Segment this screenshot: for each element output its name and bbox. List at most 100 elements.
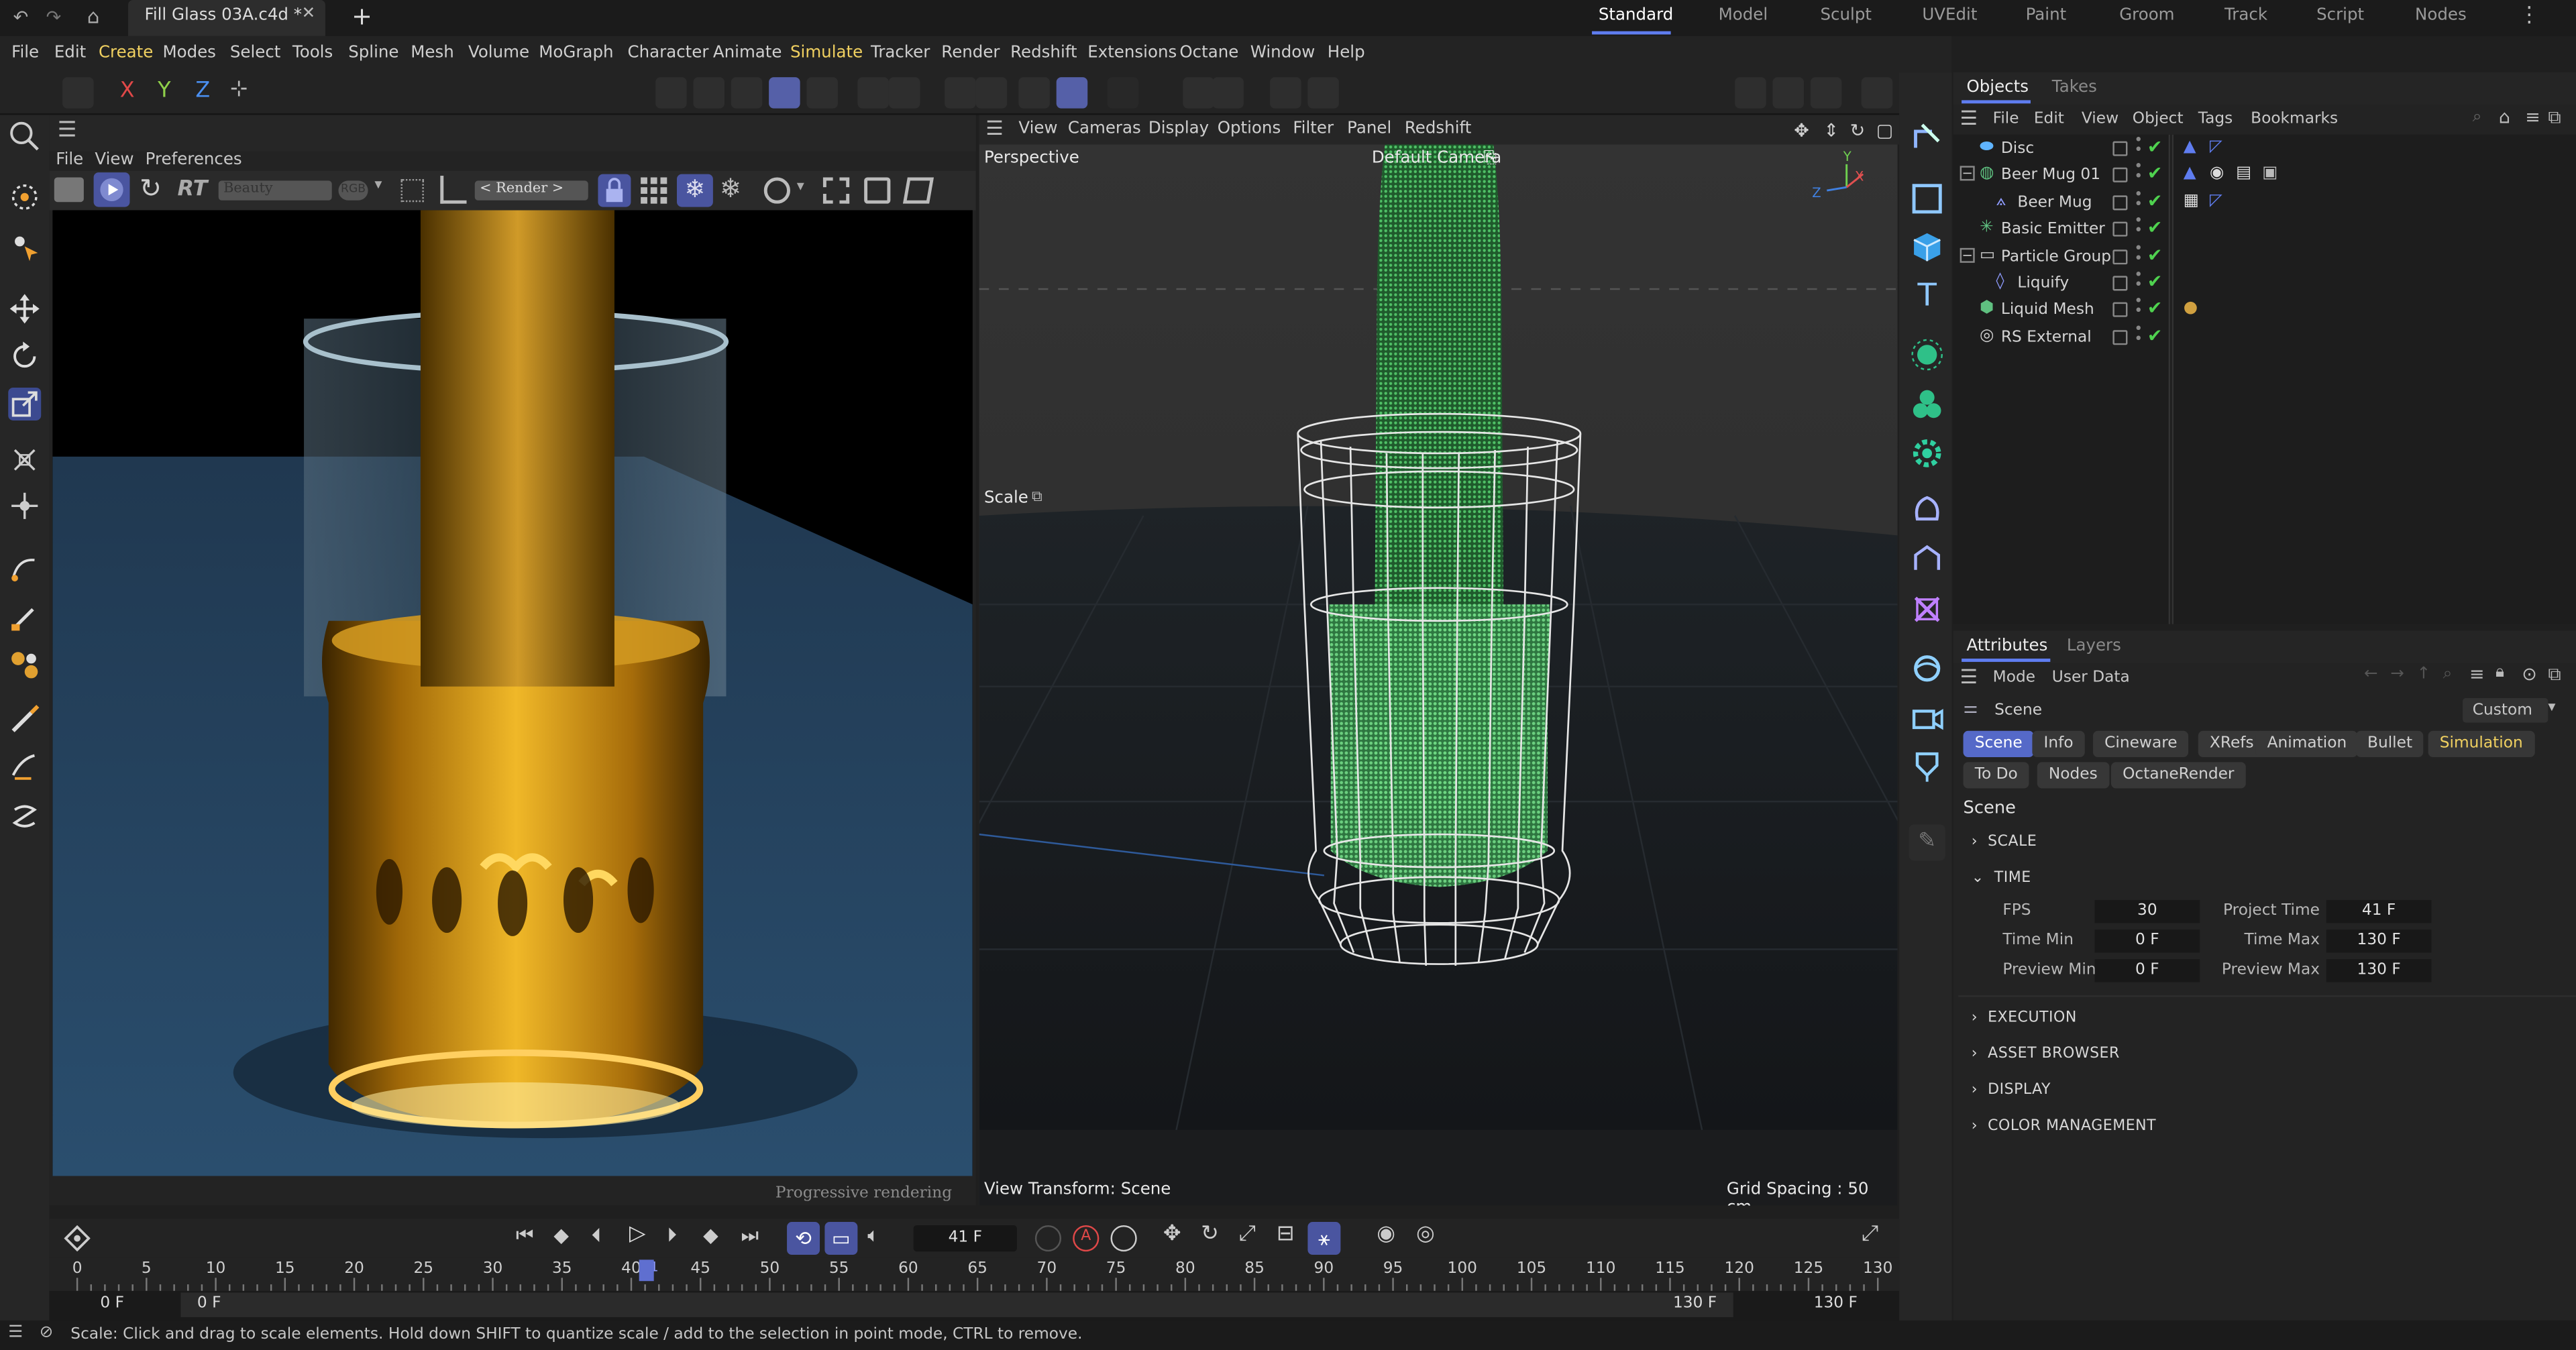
sphere-icon[interactable] bbox=[763, 177, 790, 204]
up-icon[interactable]: ↑ bbox=[2416, 665, 2430, 683]
pill-nodes[interactable]: Nodes bbox=[2037, 762, 2109, 789]
workplane-icon[interactable] bbox=[1018, 77, 1050, 109]
fps-field[interactable]: 30 bbox=[2094, 900, 2200, 923]
layout-model[interactable]: Model bbox=[1719, 7, 1768, 25]
attr-menu-user-data[interactable]: User Data bbox=[2052, 669, 2130, 687]
object-name[interactable]: RS External bbox=[2001, 328, 2092, 346]
pass-select[interactable]: Beauty bbox=[218, 180, 332, 201]
cube-select-icon[interactable] bbox=[1909, 118, 1945, 154]
snowflake-off-icon[interactable]: ❄ bbox=[720, 172, 742, 204]
object-name[interactable]: Beer Mug 01 bbox=[2001, 166, 2100, 184]
layout-sculpt[interactable]: Sculpt bbox=[1820, 7, 1871, 25]
key-pla-icon[interactable]: ⚹ bbox=[1307, 1222, 1341, 1255]
layer-checkbox[interactable] bbox=[2112, 194, 2128, 210]
vp-menu-display[interactable]: Display bbox=[1148, 120, 1209, 138]
preview-range-icon[interactable]: ▭ bbox=[824, 1222, 858, 1255]
object-row[interactable]: ⬬ Disc • • ✔ bbox=[1953, 134, 2576, 164]
obj-menu-view[interactable]: View bbox=[2082, 110, 2118, 128]
visibility-dots-icon[interactable]: • • bbox=[2134, 134, 2143, 159]
rv-menu-view[interactable]: View bbox=[95, 150, 133, 168]
timeline-range-bar[interactable]: 0 F 0 F 130 F 130 F bbox=[49, 1290, 1900, 1320]
preview-min-field[interactable]: 0 F bbox=[2094, 959, 2200, 982]
obj-menu-tags[interactable]: Tags bbox=[2198, 110, 2233, 128]
undo-stack-icon[interactable] bbox=[62, 77, 94, 109]
camera-link-icon[interactable]: ⎘ bbox=[1483, 150, 1497, 168]
close-tab-icon[interactable]: ✕ bbox=[302, 5, 316, 23]
visibility-dots-icon[interactable]: • • bbox=[2134, 323, 2143, 347]
keyframe-selection-icon[interactable] bbox=[1110, 1225, 1137, 1252]
pan-icon[interactable]: ✥ bbox=[1794, 120, 1809, 142]
snap-icon[interactable] bbox=[945, 77, 976, 109]
live-selection-icon[interactable] bbox=[8, 180, 41, 213]
layer-checkbox[interactable] bbox=[2112, 302, 2128, 318]
obj-menu-edit[interactable]: Edit bbox=[2034, 110, 2064, 128]
polygon-pen-icon[interactable] bbox=[8, 649, 41, 681]
enabled-check-icon[interactable]: ✔ bbox=[2147, 325, 2163, 346]
redo-icon[interactable]: ↷ bbox=[46, 7, 62, 28]
forward-icon[interactable]: → bbox=[2390, 665, 2404, 683]
coordinate-system-icon[interactable]: ⊹ bbox=[230, 77, 248, 102]
playhead[interactable] bbox=[639, 1259, 654, 1282]
knife-icon[interactable] bbox=[8, 749, 41, 782]
current-frame-field[interactable]: 41 F bbox=[913, 1225, 1017, 1252]
menu-animate[interactable]: Animate bbox=[713, 44, 782, 62]
object-tag-icon[interactable]: ▲ bbox=[2184, 138, 2196, 156]
key-position-icon[interactable]: ✥ bbox=[1163, 1222, 1181, 1247]
object-tag-icon[interactable]: ▣ bbox=[2262, 165, 2277, 183]
symmetry-icon[interactable] bbox=[1183, 77, 1214, 109]
spline-sketch-icon[interactable] bbox=[8, 600, 41, 632]
texture-mode-icon[interactable] bbox=[806, 77, 838, 109]
undo-icon[interactable]: ↶ bbox=[13, 7, 29, 28]
refresh-icon[interactable]: ↻ bbox=[140, 172, 162, 204]
text-icon[interactable]: T bbox=[1911, 279, 1943, 312]
spline-pen-icon[interactable] bbox=[8, 552, 41, 585]
prev-key-icon[interactable]: ◆ bbox=[553, 1224, 569, 1247]
menu-file[interactable]: File bbox=[11, 44, 39, 62]
clapboard-icon[interactable] bbox=[54, 177, 84, 203]
section-color-management[interactable]: › COLOR MANAGEMENT bbox=[1972, 1119, 2156, 1135]
section-time[interactable]: ⌄ TIME bbox=[1972, 870, 2031, 887]
enabled-check-icon[interactable]: ✔ bbox=[2147, 136, 2163, 158]
section-execution[interactable]: › EXECUTION bbox=[1972, 1010, 2077, 1026]
pill-to-do[interactable]: To Do bbox=[1963, 762, 2029, 789]
menu-modes[interactable]: Modes bbox=[162, 44, 216, 62]
pill-octanerender[interactable]: OctaneRender bbox=[2110, 762, 2246, 789]
tool-options-icon[interactable]: ⧉ bbox=[1032, 490, 1042, 506]
menu-render[interactable]: Render bbox=[941, 44, 1000, 62]
pixel-grid-icon[interactable] bbox=[400, 178, 424, 203]
lock-icon[interactable] bbox=[598, 174, 631, 207]
object-name[interactable]: Beer Mug bbox=[2017, 193, 2092, 211]
next-frame-icon[interactable]: ⏵ bbox=[667, 1224, 677, 1249]
object-name[interactable]: Liquify bbox=[2017, 274, 2069, 292]
vp-menu-filter[interactable]: Filter bbox=[1293, 120, 1334, 138]
attr-filter-icon[interactable]: ≡ bbox=[2469, 663, 2485, 685]
more-menu-icon[interactable]: ⋮ bbox=[2518, 3, 2540, 28]
object-tag-icon[interactable]: ● bbox=[2184, 300, 2198, 318]
attr-settings-icon[interactable]: ⊙ bbox=[2522, 663, 2537, 685]
document-tab[interactable]: Fill Glass 03A.c4d * ✕ bbox=[128, 0, 325, 36]
rv-menu-file[interactable]: File bbox=[56, 150, 83, 168]
layout-standard[interactable]: Standard bbox=[1599, 7, 1673, 25]
pill-info[interactable]: Info bbox=[2032, 730, 2085, 757]
enabled-check-icon[interactable]: ✔ bbox=[2147, 298, 2163, 319]
objects-home-icon[interactable]: ⌂ bbox=[2499, 107, 2510, 128]
scale-icon[interactable] bbox=[8, 387, 42, 420]
layer-checkbox[interactable] bbox=[2112, 141, 2128, 156]
menu-edit[interactable]: Edit bbox=[54, 44, 86, 62]
camera-select[interactable]: < Render > bbox=[474, 180, 588, 201]
object-row[interactable]: ◎ RS External • • ✔ bbox=[1953, 323, 2576, 353]
motion-system-icon[interactable]: ◉ bbox=[1377, 1222, 1395, 1247]
key-scale-icon[interactable]: ⤢ bbox=[1239, 1222, 1256, 1247]
grid-view-icon[interactable] bbox=[639, 176, 669, 205]
field-icon[interactable] bbox=[1911, 593, 1943, 626]
rotate-icon[interactable] bbox=[8, 340, 41, 373]
z-axis-lock[interactable]: Z bbox=[195, 79, 210, 104]
dolly-icon[interactable]: ⇕ bbox=[1823, 120, 1839, 142]
vp-menu-redshift[interactable]: Redshift bbox=[1405, 120, 1471, 138]
mograph-cloner-icon[interactable] bbox=[1911, 338, 1943, 371]
vp-menu-view[interactable]: View bbox=[1018, 120, 1057, 138]
object-tag-icon[interactable]: ◸ bbox=[2210, 192, 2222, 210]
layer-checkbox[interactable] bbox=[2112, 222, 2128, 237]
layout-track[interactable]: Track bbox=[2224, 7, 2267, 25]
menu-create[interactable]: Create bbox=[99, 44, 153, 62]
